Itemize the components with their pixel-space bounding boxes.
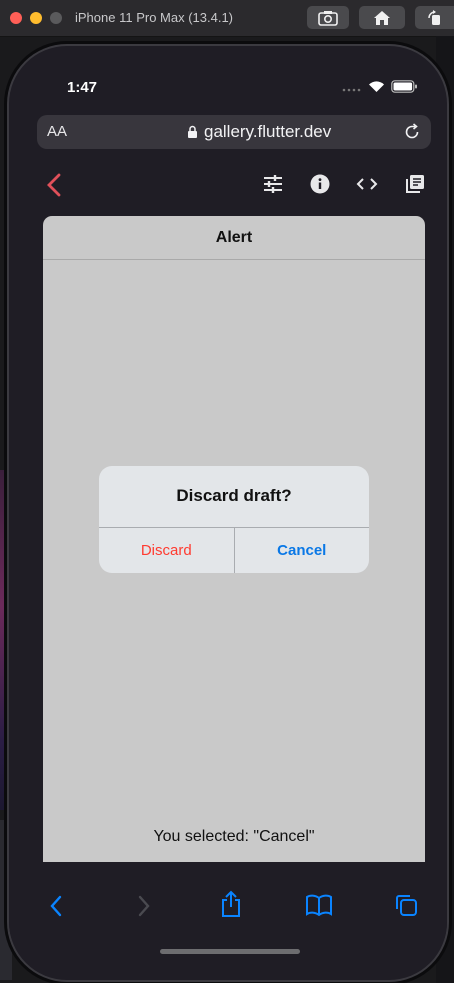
rotate-icon <box>427 9 440 25</box>
demo-content: Alert Discard draft? Discard Cancel You … <box>43 216 425 862</box>
url-text: gallery.flutter.dev <box>204 122 332 141</box>
minimize-window-button[interactable] <box>30 12 42 24</box>
home-icon <box>374 10 390 25</box>
code-icon[interactable] <box>356 177 378 191</box>
zoom-window-button[interactable] <box>50 12 62 24</box>
cancel-button[interactable]: Cancel <box>235 528 370 573</box>
bookmarks-icon[interactable] <box>306 894 332 916</box>
share-icon[interactable] <box>220 890 242 918</box>
iphone-device: 1:47 AA gallery.flutter.dev Alert Discar… <box>9 46 447 980</box>
close-window-button[interactable] <box>10 12 22 24</box>
nav-forward-icon[interactable] <box>137 895 151 917</box>
alert-title: Discard draft? <box>99 466 369 528</box>
home-indicator[interactable] <box>160 949 300 954</box>
discard-button[interactable]: Discard <box>99 528 235 573</box>
alert-actions: Discard Cancel <box>99 528 369 573</box>
app-bar <box>34 166 434 210</box>
nav-back-icon[interactable] <box>49 895 63 917</box>
screenshot-icon <box>318 10 338 26</box>
library-books-icon[interactable] <box>405 174 425 194</box>
status-icons <box>342 80 418 93</box>
home-button[interactable] <box>359 6 405 29</box>
status-time: 1:47 <box>67 79 98 96</box>
lock-icon <box>188 125 197 138</box>
window-title: iPhone 11 Pro Max (13.4.1) <box>75 10 234 25</box>
text-size-button[interactable]: AA <box>47 123 67 140</box>
browser-toolbar <box>9 878 447 938</box>
tabs-icon[interactable] <box>394 893 418 917</box>
battery-icon <box>391 80 417 93</box>
info-icon[interactable] <box>310 174 330 194</box>
tune-icon[interactable] <box>263 175 283 193</box>
alert-dialog: Discard draft? Discard Cancel <box>99 466 369 573</box>
reload-icon[interactable] <box>403 123 421 141</box>
address-bar[interactable]: AA gallery.flutter.dev <box>37 115 431 149</box>
url-display[interactable]: gallery.flutter.dev <box>187 122 331 142</box>
simulator-titlebar: iPhone 11 Pro Max (13.4.1) <box>0 0 454 37</box>
wifi-icon <box>369 81 384 92</box>
signal-icon <box>342 88 361 91</box>
screenshot-button[interactable] <box>307 6 349 29</box>
back-icon[interactable] <box>46 172 62 198</box>
selection-result: You selected: "Cancel" <box>153 828 315 845</box>
page-title: Alert <box>43 216 425 260</box>
rotate-button[interactable] <box>415 6 454 29</box>
